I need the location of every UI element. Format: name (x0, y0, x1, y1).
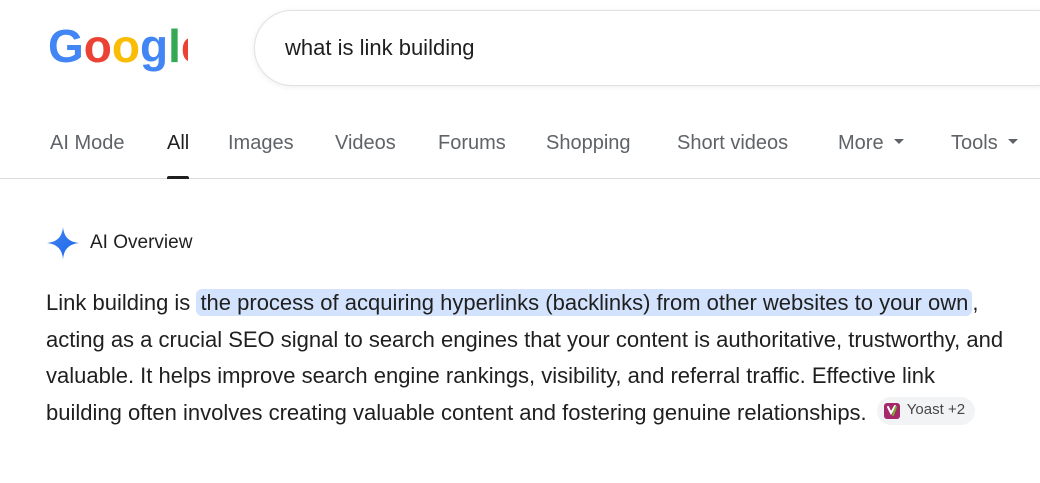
tab-more[interactable]: More (838, 132, 904, 179)
logo-letter-g2: g (140, 20, 168, 72)
search-tabs: AI Mode All Images Videos Forums Shoppin… (0, 112, 1040, 179)
tab-label: Images (228, 132, 294, 154)
svg-text:Google: Google (48, 20, 188, 72)
tab-forums[interactable]: Forums (438, 132, 506, 179)
gemini-spark-icon (47, 227, 79, 259)
logo-letter-o1: o (84, 20, 112, 72)
search-box[interactable] (254, 10, 1040, 86)
tab-ai-mode[interactable]: AI Mode (50, 132, 124, 179)
tab-images[interactable]: Images (228, 132, 294, 179)
ai-overview-text: Link building is the process of acquirin… (46, 285, 1006, 431)
google-logo[interactable]: Google (48, 18, 188, 74)
logo-letter-l: l (168, 20, 181, 72)
caret-down-icon (893, 139, 904, 145)
tab-label: All (167, 132, 190, 154)
tab-all[interactable]: All (167, 132, 190, 179)
tab-label: Shopping (546, 132, 631, 154)
tab-label: AI Mode (50, 132, 125, 154)
source-chip-label: Yoast +2 (906, 401, 966, 419)
tab-label: Videos (335, 132, 396, 154)
tab-label: Short videos (677, 132, 789, 154)
source-chip[interactable]: Yoast +2 (876, 396, 976, 425)
ai-overview-title: AI Overview (90, 232, 193, 253)
tab-videos[interactable]: Videos (335, 132, 396, 179)
tab-label: More (838, 132, 884, 154)
logo-letter-g1: G (48, 20, 84, 72)
yoast-icon (883, 402, 900, 419)
caret-down-icon (1007, 139, 1018, 145)
search-results-page: Google AI Mode All Images Videos Forums … (0, 0, 1040, 483)
tab-tools[interactable]: Tools (951, 132, 1018, 179)
answer-highlight[interactable]: the process of acquiring hyperlinks (bac… (196, 289, 973, 316)
tab-label: Forums (438, 132, 506, 154)
logo-letter-e: e (181, 20, 188, 72)
tab-short-videos[interactable]: Short videos (677, 132, 788, 179)
ai-overview-header: AI Overview (46, 226, 192, 260)
answer-text-before: Link building is (46, 290, 197, 315)
tab-label: Tools (951, 132, 998, 154)
tab-shopping[interactable]: Shopping (546, 132, 631, 179)
search-input[interactable] (285, 35, 985, 61)
logo-letter-o2: o (112, 20, 140, 72)
